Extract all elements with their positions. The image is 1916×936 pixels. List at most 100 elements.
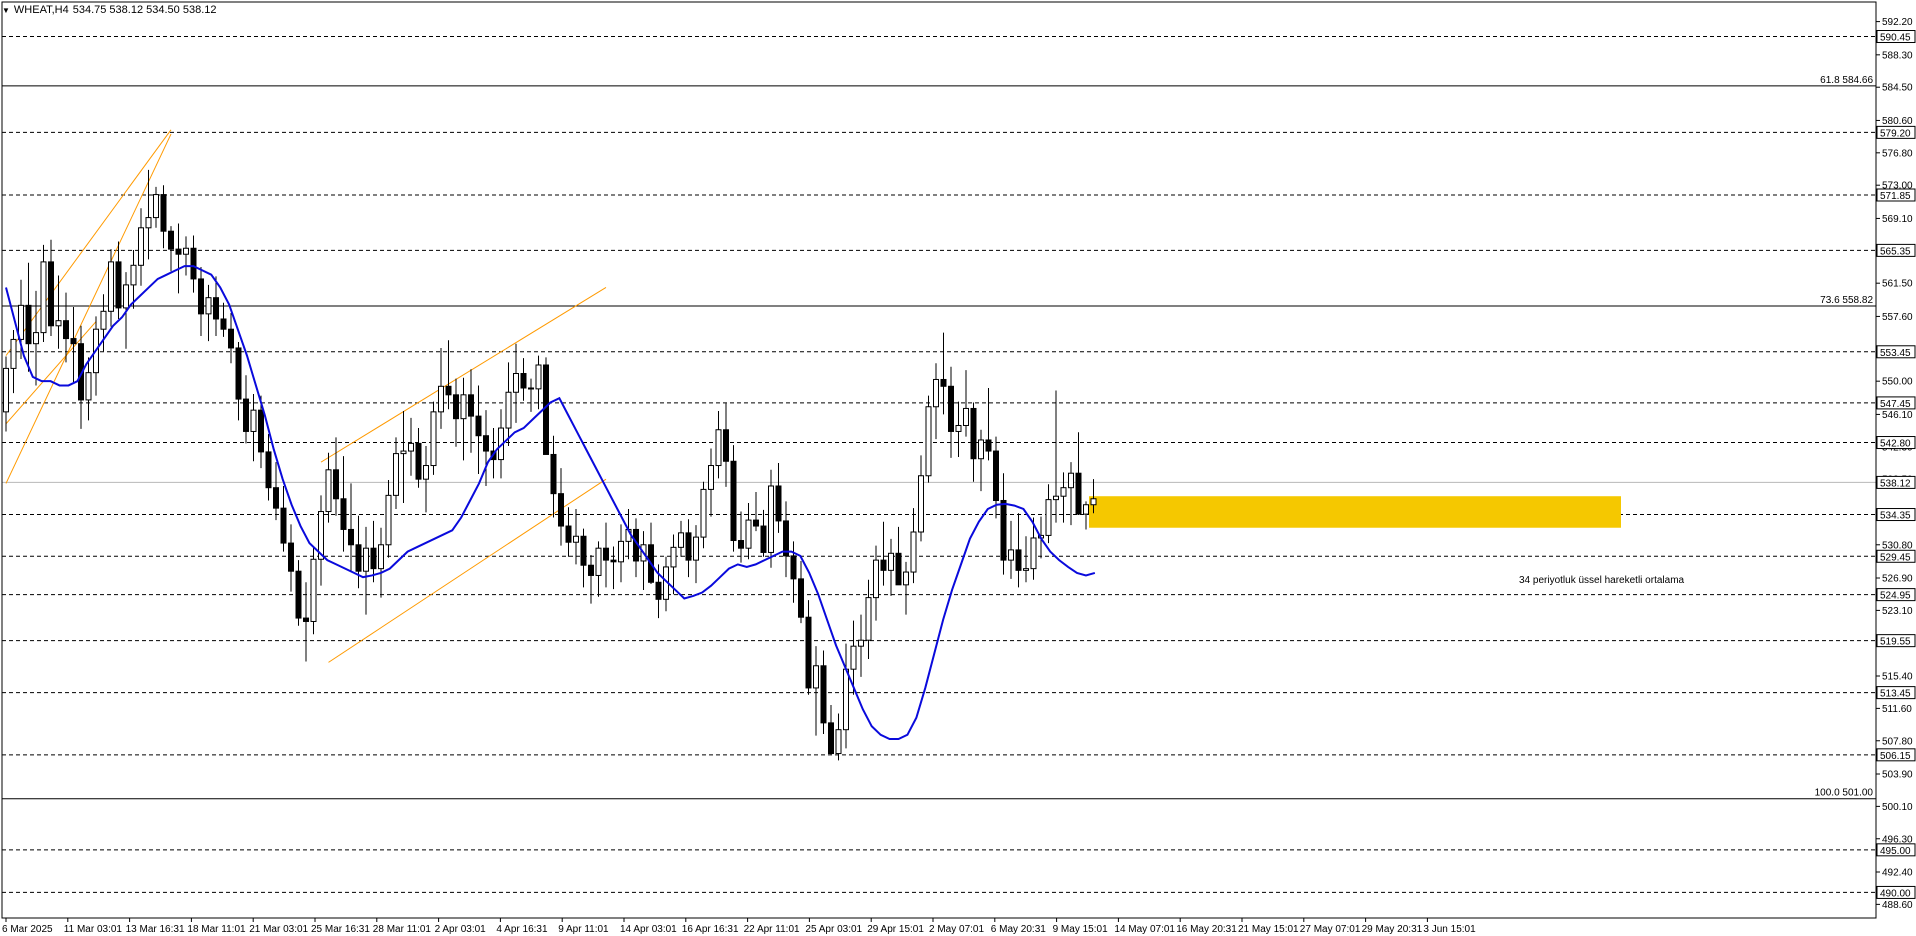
candle-body: [903, 571, 909, 586]
candle-body: [33, 332, 39, 345]
candle-body: [865, 597, 872, 641]
x-tick-label: 25 Mar 16:31: [311, 924, 370, 935]
fib-level-label: 61.8 584.66: [1820, 75, 1873, 86]
candle: [400, 411, 407, 504]
candle: [558, 468, 564, 546]
price-chart[interactable]: 592.20588.30584.50580.60576.80573.00569.…: [0, 0, 1916, 936]
candle-body: [303, 617, 309, 622]
candle: [595, 541, 602, 597]
candle-body: [708, 465, 714, 490]
level-price-box: 495.00: [1876, 843, 1916, 857]
candle-body: [963, 407, 969, 426]
y-tick-label: 592.20: [1882, 17, 1913, 28]
candle-body: [693, 536, 699, 561]
x-tick-label: 21 Mar 03:01: [249, 924, 308, 935]
x-tick-label: 6 Mar 2025: [2, 924, 53, 935]
candle: [603, 522, 609, 588]
x-tick-label: 9 Apr 11:01: [558, 924, 609, 935]
candle: [483, 410, 489, 486]
candle-body: [843, 668, 849, 731]
level-price-text: 519.55: [1880, 637, 1911, 648]
level-price-text: 513.45: [1880, 689, 1911, 700]
candle: [385, 480, 392, 558]
candle: [880, 521, 887, 586]
candle-body: [445, 385, 452, 396]
candle-body: [160, 194, 167, 232]
candle: [430, 401, 437, 475]
candle-body: [970, 407, 977, 460]
candle-body: [438, 385, 444, 413]
axes: 592.20588.30584.50580.60576.80573.00569.…: [1, 1, 1913, 935]
candle: [273, 462, 279, 521]
candle: [888, 538, 894, 596]
level-price-box: 579.20: [1876, 125, 1916, 139]
level-price-text: 553.45: [1880, 348, 1911, 359]
candle-body: [955, 424, 962, 432]
level-price-box: 553.45: [1876, 345, 1916, 359]
candle-body: [25, 304, 32, 345]
candle: [168, 226, 174, 272]
current-price-box: 538.12: [1876, 475, 1916, 489]
candle: [588, 555, 594, 604]
candle: [768, 469, 774, 568]
candle: [1068, 462, 1074, 526]
candle-body: [805, 616, 812, 689]
candle: [205, 284, 212, 342]
candle: [325, 452, 332, 523]
level-price-box: 542.80: [1876, 436, 1916, 450]
x-tick-label: 2 Apr 03:01: [435, 924, 487, 935]
candle-body: [723, 429, 729, 462]
candle: [1060, 472, 1067, 523]
candle: [318, 495, 324, 586]
candle-body: [745, 519, 752, 549]
y-tick-label: 561.50: [1882, 279, 1913, 290]
y-tick-label: 588.30: [1882, 50, 1913, 61]
candle-body: [400, 450, 407, 455]
level-price-box: 571.85: [1876, 188, 1916, 202]
candle: [340, 456, 347, 552]
candle: [438, 347, 444, 429]
candle-body: [475, 415, 482, 437]
candle: [468, 369, 474, 453]
level-price-text: 534.35: [1880, 511, 1911, 522]
candle-body: [280, 507, 287, 544]
candle: [475, 385, 482, 475]
candle-body: [738, 540, 744, 549]
candle-body: [685, 532, 692, 561]
candle-body: [460, 394, 467, 420]
candle: [355, 515, 362, 589]
candle-body: [243, 398, 249, 432]
candle: [3, 356, 9, 432]
candle: [1000, 473, 1007, 575]
y-tick-label: 492.40: [1882, 867, 1913, 878]
candle: [805, 600, 812, 695]
candle: [738, 511, 744, 563]
current-price-text: 538.12: [1880, 478, 1911, 489]
candle: [190, 235, 197, 293]
candle-body: [925, 406, 932, 477]
candle-body: [265, 451, 272, 489]
candle-body: [1075, 472, 1082, 515]
candle: [903, 561, 909, 615]
level-price-box: 529.45: [1876, 549, 1916, 563]
candle-body: [573, 535, 579, 543]
candle-body: [483, 435, 489, 452]
candle: [138, 208, 144, 286]
support-zone: [1089, 496, 1621, 528]
candle-body: [873, 559, 879, 599]
candle: [85, 357, 92, 421]
candle: [25, 262, 32, 372]
candle: [895, 526, 902, 586]
x-tick-label: 29 Apr 15:01: [867, 924, 924, 935]
candle-body: [715, 429, 722, 467]
candle: [535, 355, 542, 410]
candle-body: [333, 469, 339, 500]
plot-frame: [1, 1, 1877, 919]
x-tick-label: 2 May 07:01: [929, 924, 984, 935]
level-lines: [2, 36, 1876, 893]
x-tick-label: 16 May 20:31: [1176, 924, 1237, 935]
candle: [408, 417, 414, 476]
candle: [228, 313, 234, 364]
candle-body: [385, 494, 392, 546]
candle: [183, 236, 189, 276]
